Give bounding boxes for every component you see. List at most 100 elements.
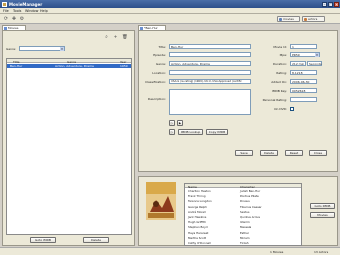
cast-character: Tirzah bbox=[240, 241, 249, 245]
binoculars-icon[interactable]: ⌕ bbox=[104, 35, 109, 40]
menu-file[interactable]: File bbox=[3, 9, 9, 13]
title-field[interactable]: Ben-Hur bbox=[169, 44, 251, 49]
movie-id-field[interactable]: 1 bbox=[290, 44, 317, 49]
cast-goto-imdb-button[interactable]: Goto IMDB bbox=[310, 203, 335, 209]
play-icon[interactable]: ▷ bbox=[169, 120, 175, 126]
cast-table-header: Name Character bbox=[185, 184, 301, 189]
imdb-key-field[interactable]: 0052618 bbox=[290, 88, 317, 93]
on-dvd-label: On DVD: bbox=[274, 107, 287, 111]
table-row[interactable]: Haya Harareet Esther bbox=[185, 231, 301, 235]
table-row[interactable]: Charlton Heston Judah Ben-Hur bbox=[185, 189, 301, 193]
cast-movies-button[interactable]: Movies bbox=[310, 212, 335, 218]
col-character[interactable]: Character bbox=[240, 185, 255, 189]
description-field[interactable] bbox=[169, 89, 251, 115]
cast-character: Esther bbox=[240, 230, 249, 235]
personal-rating-field[interactable] bbox=[290, 97, 317, 102]
actors-view-button[interactable]: actors bbox=[302, 16, 325, 22]
cast-character: Messala bbox=[240, 225, 252, 230]
reset-button[interactable]: Reset bbox=[285, 150, 303, 156]
maximize-icon[interactable]: □ bbox=[328, 1, 333, 7]
delete-movie-icon[interactable]: 🗑 bbox=[122, 35, 128, 40]
chevron-down-icon: ▾ bbox=[60, 47, 64, 51]
refresh-icon[interactable]: ⟳ bbox=[3, 16, 9, 22]
table-row[interactable]: Cathy O'Donnell Tirzah bbox=[185, 241, 301, 245]
description-label: Description: bbox=[147, 97, 166, 101]
cast-name: George Relph bbox=[188, 204, 207, 209]
duration-label: Duration: bbox=[272, 62, 287, 66]
rating-label: Rating: bbox=[276, 71, 287, 75]
classification-field[interactable]: USA:G (re-rating) (1969), UK:U, USA:Appr… bbox=[169, 79, 251, 84]
cast-name: Hugh Griffith bbox=[188, 220, 206, 225]
rating-field[interactable]: 8.1218 bbox=[290, 70, 317, 75]
episode-field[interactable] bbox=[169, 52, 251, 57]
cast-name: Haya Harareet bbox=[188, 230, 209, 235]
genre-filter-label: Genre: bbox=[6, 47, 17, 51]
new-icon[interactable]: ✚ bbox=[11, 16, 17, 22]
table-row[interactable]: George Relph Tiberius Caesar bbox=[185, 205, 301, 209]
table-row[interactable]: Jack Hawkins Quintus Arrius bbox=[185, 215, 301, 219]
duration-field[interactable]: 212 min bbox=[290, 61, 306, 66]
menu-window[interactable]: Window bbox=[25, 9, 38, 13]
cast-character: Judah Ben-Hur bbox=[240, 189, 261, 193]
cast-character: Ilderim bbox=[240, 220, 250, 225]
location-field[interactable] bbox=[169, 70, 251, 75]
forward-icon[interactable]: ▶ bbox=[177, 120, 183, 126]
cast-name: Jack Hawkins bbox=[188, 215, 207, 219]
added-on-field[interactable]: 2006-06-30 bbox=[290, 79, 317, 84]
app-icon bbox=[2, 1, 7, 7]
episode-label: Episode: bbox=[153, 53, 166, 57]
delete-detail-button[interactable]: Delete bbox=[260, 150, 278, 156]
table-row[interactable]: Hugh Griffith Ilderim bbox=[185, 220, 301, 224]
cast-character: Quintus Arrius bbox=[240, 215, 260, 219]
status-actors-count: 13 Actors bbox=[314, 250, 329, 254]
movies-view-label: movies bbox=[283, 17, 294, 21]
copy-imdb-button[interactable]: Copy IMDB bbox=[206, 129, 228, 135]
cast-name: Charlton Heston bbox=[188, 189, 211, 193]
save-button[interactable]: Save bbox=[235, 150, 253, 156]
genre-filter-select[interactable]: ▾ bbox=[19, 46, 65, 51]
minimize-icon[interactable]: – bbox=[322, 1, 327, 7]
title-label: Title: bbox=[158, 45, 166, 49]
table-row[interactable]: Martha Scott Miriam bbox=[185, 236, 301, 240]
goto-imdb-button[interactable]: Goto IMDB bbox=[30, 237, 56, 243]
close-icon[interactable]: × bbox=[334, 1, 339, 7]
cast-character: Drusus bbox=[240, 199, 250, 204]
imdb-key-label: IMDB Key: bbox=[271, 89, 287, 93]
col-title[interactable]: Title bbox=[13, 60, 19, 64]
imdb-icon[interactable]: ▷ bbox=[169, 129, 175, 135]
row-genre: Action, Adventure, Drama bbox=[55, 64, 94, 68]
delete-button[interactable]: Delete bbox=[83, 237, 109, 243]
cast-character: Tiberius Caesar bbox=[240, 204, 262, 209]
table-row[interactable]: André Morell Sextus bbox=[185, 210, 301, 214]
mpaa-label: Mpa: bbox=[279, 53, 287, 57]
settings-icon[interactable]: ⚙ bbox=[19, 16, 25, 22]
col-genre[interactable]: Genre bbox=[67, 60, 76, 64]
imdb-lookup-button[interactable]: IMDB Lookup bbox=[178, 129, 203, 135]
on-dvd-checkbox[interactable] bbox=[290, 107, 294, 111]
table-row[interactable]: Terence Longdon Drusus bbox=[185, 199, 301, 203]
close-button[interactable]: Close bbox=[309, 150, 327, 156]
add-movie-icon[interactable]: + bbox=[113, 35, 118, 40]
movies-view-button[interactable]: movies bbox=[277, 16, 300, 22]
table-row[interactable]: Ben-Hur Action, Adventure, Drama 1959 bbox=[7, 64, 131, 68]
location-label: Location: bbox=[152, 71, 166, 75]
movies-table-header: Title Genre Year bbox=[7, 59, 131, 64]
table-row[interactable]: Frank Thring Pontius Pilate bbox=[185, 194, 301, 198]
col-name[interactable]: Name bbox=[188, 185, 197, 189]
movies-icon bbox=[279, 18, 282, 21]
actors-icon bbox=[304, 18, 307, 21]
table-row[interactable]: Stephen Boyd Messala bbox=[185, 225, 301, 229]
movies-table: Title Genre Year Ben-Hur Action, Adventu… bbox=[6, 58, 132, 235]
duration-unit-select[interactable]: Seconds bbox=[307, 61, 322, 66]
cast-name: André Morell bbox=[188, 209, 206, 214]
cast-character: Sextus bbox=[240, 209, 250, 214]
menu-tools[interactable]: Tools bbox=[13, 9, 21, 13]
menu-help[interactable]: Help bbox=[40, 9, 48, 13]
mpaa-value: PR59 bbox=[292, 53, 300, 57]
cast-character: Pontius Pilate bbox=[240, 194, 259, 199]
genre-field[interactable]: Action, Adventure, Drama bbox=[169, 61, 251, 66]
col-year[interactable]: Year bbox=[120, 60, 126, 64]
toolbar: ⟳ ✚ ⚙ movies actors bbox=[0, 14, 340, 24]
status-bar: 1 Movies 13 Actors bbox=[0, 247, 340, 255]
mpaa-select[interactable]: PR59 ▾ bbox=[290, 52, 320, 57]
